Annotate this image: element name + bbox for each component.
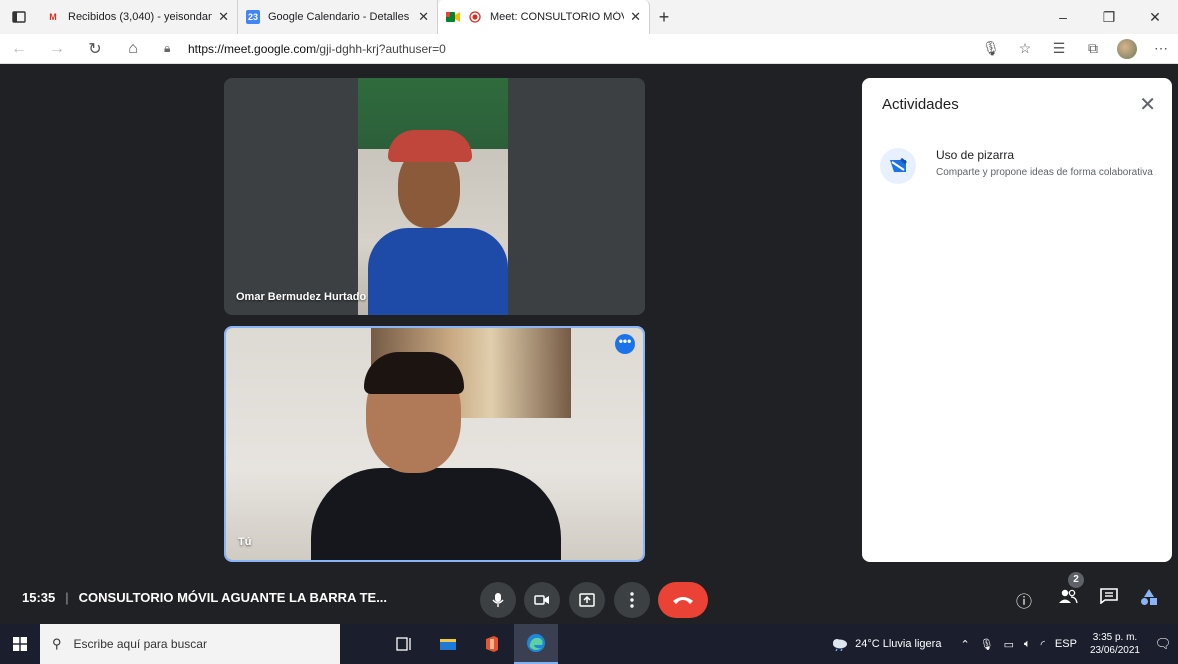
chat-icon[interactable]	[1100, 588, 1118, 609]
participant-name: Tú	[238, 536, 252, 548]
taskbar-clock[interactable]: 3:35 p. m. 23/06/2021	[1090, 631, 1140, 657]
meeting-title: CONSULTORIO MÓVIL AGUANTE LA BARRA TE...	[78, 590, 388, 605]
participant-video-omar	[358, 78, 508, 315]
show-hidden-icons-icon[interactable]: ⌃	[960, 638, 969, 651]
search-icon: ⚲	[52, 636, 62, 651]
cloud-rain-icon	[833, 639, 848, 651]
close-tab-icon[interactable]: ✕	[630, 9, 641, 25]
microphone-icon[interactable]: 🎙︎	[974, 40, 1008, 57]
forward-icon[interactable]: →	[38, 40, 76, 58]
people-icon[interactable]	[1058, 588, 1078, 609]
edge-icon[interactable]	[514, 624, 558, 664]
window-controls: – ❐ ✕	[1040, 9, 1178, 26]
close-tab-icon[interactable]: ✕	[218, 9, 229, 25]
meeting-info: 15:35 | CONSULTORIO MÓVIL AGUANTE LA BAR…	[22, 590, 387, 605]
browser-tab-strip: M Recibidos (3,040) - yeisondaniel ✕ 23 …	[0, 0, 1178, 34]
url-scheme-host: https://meet.google.com	[188, 41, 317, 56]
clock-time: 3:35 p. m.	[1092, 632, 1138, 643]
tab-meet[interactable]: Meet: CONSULTORIO MÓV ✕	[438, 0, 650, 34]
meet-icon	[446, 10, 460, 24]
minimize-icon[interactable]: –	[1040, 9, 1086, 26]
more-menu-icon[interactable]: ⋯	[1144, 40, 1178, 57]
more-options-icon[interactable]: •••	[615, 334, 635, 354]
language-indicator[interactable]: ESP	[1055, 638, 1077, 650]
url-path: /gji-dghh-krj?authuser=0	[316, 41, 446, 56]
participant-tile-omar[interactable]: Omar Bermudez Hurtado	[224, 78, 645, 315]
microphone-button[interactable]	[480, 582, 516, 618]
lock-icon[interactable]: 🔒︎	[164, 41, 180, 56]
profile-avatar[interactable]	[1117, 38, 1137, 59]
back-icon[interactable]: ←	[0, 40, 38, 58]
panel-title: Actividades	[882, 96, 959, 113]
calendar-icon: 23	[246, 10, 260, 24]
mic-tray-icon[interactable]: 🎙︎	[980, 638, 994, 651]
windows-logo-icon	[13, 637, 27, 651]
close-icon[interactable]: ✕	[1139, 92, 1156, 117]
present-screen-icon	[579, 593, 595, 607]
collections-icon[interactable]: ⧉	[1076, 40, 1110, 57]
present-screen-button[interactable]	[569, 582, 605, 618]
meeting-details-icon[interactable]: ⓘ	[1016, 588, 1032, 612]
gmail-icon: M	[49, 12, 57, 22]
notifications-icon[interactable]: 🗨︎	[1148, 636, 1178, 652]
participant-name: Omar Bermudez Hurtado	[236, 291, 367, 303]
task-view-icon[interactable]	[382, 624, 426, 664]
participant-count-badge: 2	[1068, 572, 1084, 588]
recording-icon	[468, 10, 482, 24]
start-button[interactable]	[0, 624, 40, 664]
new-tab-button[interactable]: +	[650, 7, 678, 28]
file-explorer-icon[interactable]	[426, 624, 470, 664]
favorites-list-icon[interactable]: ☰	[1042, 40, 1076, 57]
tab-calendar-title: Google Calendario - Detalles del	[268, 11, 413, 23]
clock-date: 23/06/2021	[1089, 645, 1140, 656]
address-bar-actions: 🎙︎ ☆ ☰ ⧉ ⋯	[974, 38, 1178, 59]
home-icon[interactable]: ⌂	[114, 40, 152, 58]
windows-taskbar: ⚲ Escribe aquí para buscar 24°C Lluvia l…	[0, 624, 1178, 664]
microphone-icon	[492, 593, 504, 607]
address-bar-row: ← → ↻ ⌂ 🔒︎ https://meet.google.com/gji-d…	[0, 34, 1178, 64]
activity-description: Comparte y propone ideas de forma colabo…	[936, 167, 1153, 178]
tab-meet-title: Meet: CONSULTORIO MÓV	[490, 11, 625, 23]
end-call-button[interactable]	[658, 582, 708, 618]
weather-widget[interactable]: 24°C Lluvia ligera	[831, 637, 941, 651]
close-tab-icon[interactable]: ✕	[418, 9, 429, 25]
hang-up-icon	[673, 597, 693, 604]
activity-title: Uso de pizarra	[936, 148, 1015, 162]
office-icon[interactable]	[470, 624, 514, 664]
activities-icon[interactable]	[1140, 588, 1158, 611]
participant-video-self	[226, 328, 643, 560]
search-placeholder: Escribe aquí para buscar	[73, 637, 207, 651]
participant-tile-self[interactable]: Tú •••	[224, 326, 645, 562]
favorite-star-icon[interactable]: ☆	[1008, 40, 1042, 57]
more-options-button[interactable]	[614, 582, 650, 618]
meeting-time: 15:35	[22, 590, 56, 605]
tab-calendar[interactable]: 23 Google Calendario - Detalles del ✕	[238, 0, 438, 34]
weather-text: 24°C Lluvia ligera	[855, 638, 942, 650]
taskbar-search[interactable]: ⚲ Escribe aquí para buscar	[40, 624, 340, 664]
camera-icon	[534, 595, 549, 605]
more-vert-icon	[630, 592, 634, 608]
tab-actions-button[interactable]	[0, 0, 38, 34]
tab-actions-icon	[12, 11, 26, 23]
tab-gmail-title: Recibidos (3,040) - yeisondaniel	[68, 11, 213, 23]
restore-icon[interactable]: ❐	[1086, 9, 1132, 26]
meet-stage: Omar Bermudez Hurtado Tú ••• Actividades…	[0, 64, 1178, 624]
camera-button[interactable]	[524, 582, 560, 618]
refresh-icon[interactable]: ↻	[76, 39, 114, 59]
url-field[interactable]: 🔒︎ https://meet.google.com/gji-dghh-krj?…	[152, 41, 974, 56]
meet-control-bar: 15:35 | CONSULTORIO MÓVIL AGUANTE LA BAR…	[0, 562, 1178, 624]
meeting-separator: |	[65, 590, 69, 605]
wifi-icon[interactable]: ◜	[1041, 638, 1045, 651]
tab-gmail[interactable]: M Recibidos (3,040) - yeisondaniel ✕	[38, 0, 238, 34]
speaker-icon[interactable]: 🔈︎	[1024, 638, 1031, 651]
battery-icon[interactable]: ▭	[1004, 638, 1014, 651]
activity-whiteboard[interactable]: Uso de pizarra Comparte y propone ideas …	[880, 148, 1160, 184]
system-tray: 24°C Lluvia ligera ⌃ 🎙︎ ▭ 🔈︎ ◜ ESP 3:35 …	[831, 624, 1178, 664]
close-window-icon[interactable]: ✕	[1132, 9, 1178, 26]
whiteboard-icon	[880, 148, 916, 184]
activities-panel: Actividades ✕ Uso de pizarra Comparte y …	[862, 78, 1172, 562]
